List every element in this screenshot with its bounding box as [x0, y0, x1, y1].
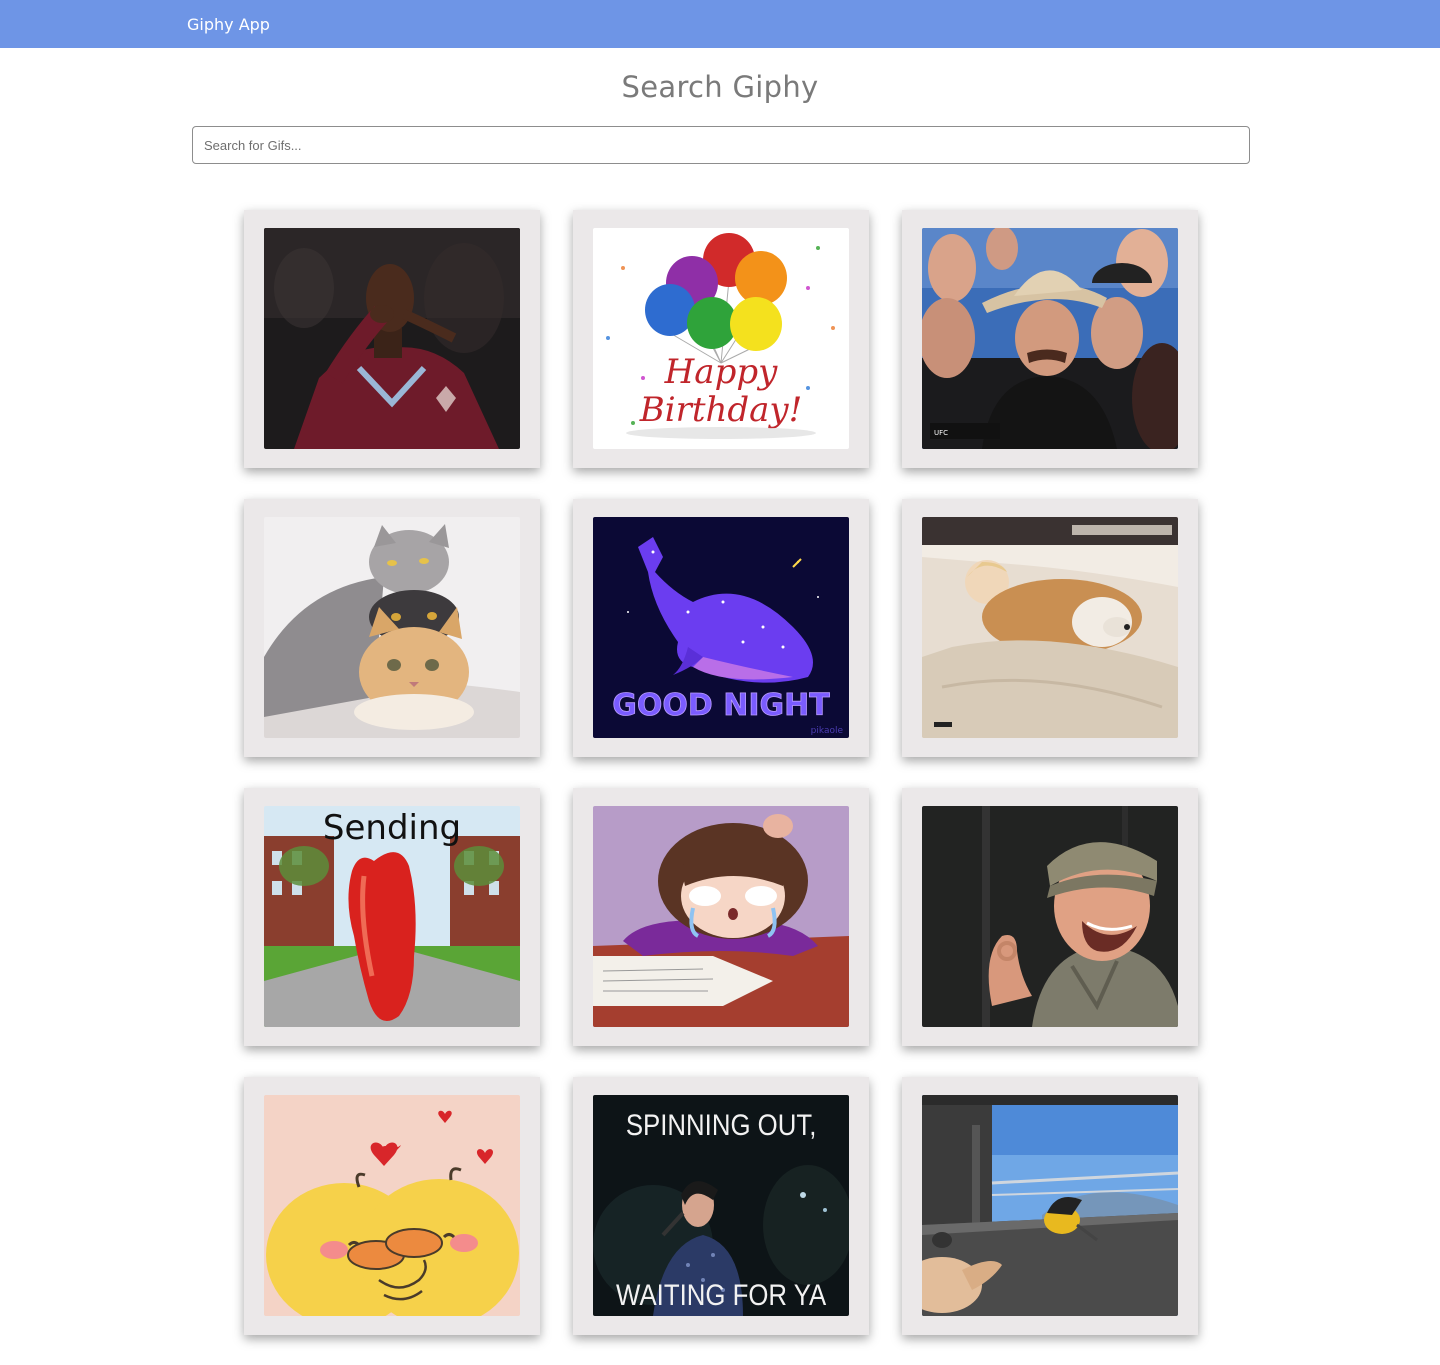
bird-on-balcony-gif: [922, 1095, 1178, 1316]
good-night-text: GOOD NIGHT: [612, 688, 830, 723]
gif-card[interactable]: SPINNING OUT, WAITING FOR YA: [573, 1077, 869, 1335]
sending-text: Sending: [323, 808, 461, 848]
search-input[interactable]: [192, 126, 1250, 164]
gif-card[interactable]: GOOD NIGHT pikaole: [573, 499, 869, 757]
crying-anime-girl-gif: [593, 806, 849, 1027]
gif-card[interactable]: UFC: [902, 210, 1198, 468]
gif-card[interactable]: Happy Birthday!: [573, 210, 869, 468]
waiting-for-ya-text: WAITING FOR YA: [616, 1278, 826, 1311]
sending-hugs-gif: Sending: [264, 806, 520, 1027]
girl-hugging-dog-gif: [922, 517, 1178, 738]
happy-birthday-balloons-gif: Happy Birthday!: [593, 228, 849, 449]
spinning-out-singer-gif: SPINNING OUT, WAITING FOR YA: [593, 1095, 849, 1316]
watermark-text: pikaole: [811, 726, 844, 736]
gif-card[interactable]: [902, 1077, 1198, 1335]
gif-card[interactable]: [902, 788, 1198, 1046]
page-title: Search Giphy: [621, 70, 819, 104]
gif-card[interactable]: [244, 499, 540, 757]
good-night-whale-gif: GOOD NIGHT pikaole: [593, 517, 849, 738]
brand-link[interactable]: Giphy App: [187, 15, 270, 34]
gif-card[interactable]: [244, 210, 540, 468]
hugging-ducks-gif: [264, 1095, 520, 1316]
laughing-man-ok-gif: [922, 806, 1178, 1027]
search-bar: [192, 126, 1250, 164]
cowboy-hat-crowd-gif: UFC: [922, 228, 1178, 449]
gif-card[interactable]: [573, 788, 869, 1046]
soccer-player-kiss-gif: [264, 228, 520, 449]
birthday-text-line2: Birthday!: [639, 390, 803, 430]
gif-card[interactable]: Sending: [244, 788, 540, 1046]
navbar: Giphy App: [0, 0, 1440, 48]
gif-grid: Happy Birthday! UFC GOOD NIGHT pikaole S…: [244, 210, 1198, 1335]
svg-text:UFC: UFC: [934, 429, 948, 437]
spinning-out-text: SPINNING OUT,: [626, 1108, 817, 1141]
birthday-text-line1: Happy: [664, 352, 778, 392]
gif-card[interactable]: [902, 499, 1198, 757]
gif-card[interactable]: [244, 1077, 540, 1335]
stacked-cats-gif: [264, 517, 520, 738]
